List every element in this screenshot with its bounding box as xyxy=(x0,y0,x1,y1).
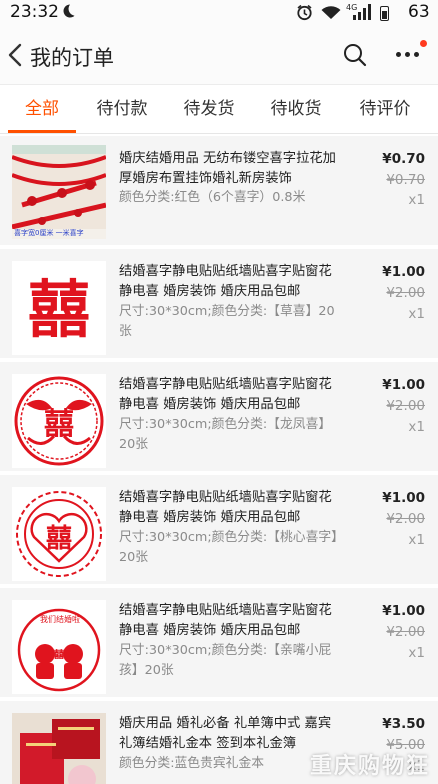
notification-dot xyxy=(420,40,427,47)
tab-pending-review[interactable]: 待评价 xyxy=(349,85,421,133)
more-menu-icon[interactable] xyxy=(396,52,419,57)
active-tab-indicator xyxy=(8,130,76,133)
search-icon[interactable] xyxy=(343,43,367,67)
order-list: 喜字宽0厘米 一米喜字 婚庆结婚用品 无纺布镂空喜字拉花加厚婚房布置挂饰婚礼新房… xyxy=(0,136,438,784)
svg-text:囍: 囍 xyxy=(28,273,90,346)
original-price: ¥0.70 xyxy=(386,172,425,188)
product-quantity: x1 xyxy=(408,192,425,208)
watermark: 重庆购物狂 xyxy=(310,754,431,779)
product-quantity: x1 xyxy=(408,532,425,548)
tab-pending-receipt[interactable]: 待收货 xyxy=(262,85,330,133)
order-item[interactable]: 囍 结婚喜字静电贴贴纸墙贴喜字贴窗花静电喜 婚房装饰 婚庆用品包邮 尺寸:30*… xyxy=(0,362,438,475)
back-icon[interactable] xyxy=(6,43,24,67)
garland-image xyxy=(12,145,106,239)
battery-icon xyxy=(380,6,389,21)
product-price: ¥1.00 xyxy=(382,264,425,280)
product-price: ¥1.00 xyxy=(382,603,425,619)
product-price: ¥0.70 xyxy=(382,151,425,167)
product-quantity: x1 xyxy=(408,419,425,435)
product-price: ¥3.50 xyxy=(382,716,425,732)
dragon-phoenix-happiness-image: 囍 xyxy=(12,374,106,468)
product-spec: 尺寸:30*30cm;颜色分类:【草喜】20张 xyxy=(119,304,335,339)
product-thumbnail[interactable]: 囍 我们结婚啦 xyxy=(12,600,106,694)
original-price: ¥2.00 xyxy=(386,398,425,414)
status-time: 23:32 xyxy=(10,2,59,22)
order-item[interactable]: 囍 结婚喜字静电贴贴纸墙贴喜字贴窗花静电喜 婚房装饰 婚庆用品包邮 尺寸:30*… xyxy=(0,475,438,588)
page-title: 我的订单 xyxy=(30,46,114,70)
moon-icon xyxy=(63,4,75,18)
original-price: ¥2.00 xyxy=(386,285,425,301)
wifi-icon xyxy=(321,6,341,19)
double-happiness-image: 囍 xyxy=(12,261,106,355)
product-thumbnail[interactable] xyxy=(12,713,106,784)
gift-book-image xyxy=(12,713,106,784)
product-spec: 颜色分类:红色（6个喜字）0.8米 xyxy=(119,190,306,205)
order-item[interactable]: 囍 结婚喜字静电贴贴纸墙贴喜字贴窗花静电喜 婚房装饰 婚庆用品包邮 尺寸:30*… xyxy=(0,249,438,362)
product-name[interactable]: 婚庆结婚用品 无纺布镂空喜字拉花加厚婚房布置挂饰婚礼新房装饰 xyxy=(119,149,344,189)
original-price: ¥2.00 xyxy=(386,511,425,527)
product-price: ¥1.00 xyxy=(382,490,425,506)
product-quantity: x1 xyxy=(408,645,425,661)
product-thumbnail[interactable]: 囍 xyxy=(12,374,106,468)
product-price: ¥1.00 xyxy=(382,377,425,393)
order-tabs: 全部 待付款 待发货 待收货 待评价 xyxy=(0,84,438,134)
app-header: 我的订单 xyxy=(0,26,438,84)
product-name[interactable]: 结婚喜字静电贴贴纸墙贴喜字贴窗花静电喜 婚房装饰 婚庆用品包邮 xyxy=(119,262,344,302)
order-item[interactable]: 喜字宽0厘米 一米喜字 婚庆结婚用品 无纺布镂空喜字拉花加厚婚房布置挂饰婚礼新房… xyxy=(0,136,438,249)
product-thumbnail[interactable]: 喜字宽0厘米 一米喜字 xyxy=(12,145,106,239)
svg-text:囍: 囍 xyxy=(44,407,74,442)
alarm-icon xyxy=(297,4,312,21)
tab-pending-payment[interactable]: 待付款 xyxy=(88,85,156,133)
original-price: ¥2.00 xyxy=(386,624,425,640)
svg-text:囍: 囍 xyxy=(54,648,64,661)
status-bar: 23:32 4G 63 xyxy=(0,0,438,26)
product-name[interactable]: 结婚喜字静电贴贴纸墙贴喜字贴窗花静电喜 婚房装饰 婚庆用品包邮 xyxy=(119,375,344,415)
product-quantity: x1 xyxy=(408,306,425,322)
svg-text:囍: 囍 xyxy=(46,524,72,554)
tab-all[interactable]: 全部 xyxy=(12,85,72,133)
order-item[interactable]: 囍 我们结婚啦 结婚喜字静电贴贴纸墙贴喜字贴窗花静电喜 婚房装饰 婚庆用品包邮 … xyxy=(0,588,438,701)
product-thumbnail[interactable]: 囍 xyxy=(12,261,106,355)
thumbnail-caption: 我们结婚啦 xyxy=(40,615,80,624)
heart-happiness-image: 囍 xyxy=(12,487,106,581)
product-spec: 尺寸:30*30cm;颜色分类:【桃心喜字】20张 xyxy=(119,530,344,565)
product-name[interactable]: 结婚喜字静电贴贴纸墙贴喜字贴窗花静电喜 婚房装饰 婚庆用品包邮 xyxy=(119,601,344,641)
product-spec: 尺寸:30*30cm;颜色分类:【亲嘴小屁孩】20张 xyxy=(119,643,332,678)
signal-icon xyxy=(353,4,371,20)
product-spec: 尺寸:30*30cm;颜色分类:【龙凤喜】20张 xyxy=(119,417,332,452)
product-name[interactable]: 结婚喜字静电贴贴纸墙贴喜字贴窗花静电喜 婚房装饰 婚庆用品包邮 xyxy=(119,488,344,528)
battery-level: 63 xyxy=(408,2,430,22)
product-thumbnail[interactable]: 囍 xyxy=(12,487,106,581)
tab-pending-shipment[interactable]: 待发货 xyxy=(175,85,243,133)
thumbnail-caption: 喜字宽0厘米 一米喜字 xyxy=(14,229,84,237)
